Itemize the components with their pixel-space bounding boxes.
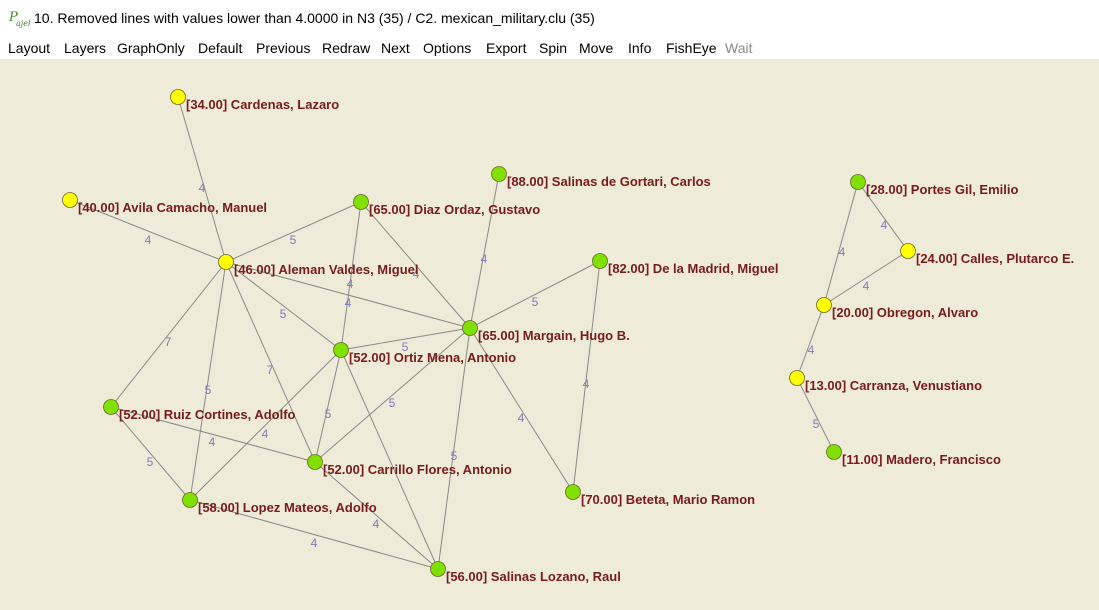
- network-graph[interactable]: 44 55475744454554554454444445[34.00] Card…: [0, 59, 1099, 610]
- node-label-salinas_g: [88.00] Salinas de Gortari, Carlos: [507, 174, 711, 189]
- node-portes[interactable]: [850, 174, 866, 190]
- menu-bar: Layout Layers GraphOnly Default Previous…: [0, 36, 1099, 60]
- edge-value-label: 7: [165, 335, 172, 349]
- node-label-madero: [11.00] Madero, Francisco: [842, 452, 1001, 467]
- node-cardenas[interactable]: [170, 89, 186, 105]
- menu-layers[interactable]: Layers: [64, 40, 106, 56]
- menu-layout[interactable]: Layout: [8, 40, 50, 56]
- menu-spin[interactable]: Spin: [539, 40, 567, 56]
- node-label-margain: [65.00] Margain, Hugo B.: [478, 328, 630, 343]
- node-label-lopez: [58.00] Lopez Mateos, Adolfo: [198, 500, 377, 515]
- menu-redraw[interactable]: Redraw: [322, 40, 370, 56]
- menu-graphonly[interactable]: GraphOnly: [117, 40, 185, 56]
- edge-value-label: 4: [808, 343, 815, 357]
- node-label-carranza: [13.00] Carranza, Venustiano: [805, 378, 982, 393]
- pajek-app-icon: P ajek: [8, 10, 30, 28]
- edge-value-label: 4: [145, 233, 152, 247]
- edge-value-label: 4: [347, 277, 354, 291]
- node-avila[interactable]: [62, 192, 78, 208]
- edge-aleman-lopez: [189, 261, 227, 501]
- menu-wait: Wait: [725, 40, 753, 56]
- edge-value-label: 5: [205, 383, 212, 397]
- node-madero[interactable]: [826, 444, 842, 460]
- node-label-calles: [24.00] Calles, Plutarco E.: [916, 251, 1074, 266]
- node-salinas_l[interactable]: [430, 561, 446, 577]
- edge-value-label: 5: [280, 307, 287, 321]
- node-aleman[interactable]: [218, 254, 234, 270]
- edge-value-label: 4: [518, 411, 525, 425]
- edge-cardenas-aleman: [177, 96, 227, 263]
- edge-value-label: 5: [325, 407, 332, 421]
- node-ruiz[interactable]: [103, 399, 119, 415]
- node-margain[interactable]: [462, 320, 478, 336]
- menu-info[interactable]: Info: [628, 40, 651, 56]
- edge-value-label: 4: [863, 279, 870, 293]
- node-delamadrid[interactable]: [592, 253, 608, 269]
- node-label-ruiz: [52.00] Ruiz Cortines, Adolfo: [119, 407, 296, 422]
- node-label-beteta: [70.00] Beteta, Mario Ramon: [581, 492, 755, 507]
- edge-value-label: 7: [267, 363, 274, 377]
- menu-previous[interactable]: Previous: [256, 40, 310, 56]
- node-label-delamadrid: [82.00] De la Madrid, Miguel: [608, 261, 779, 276]
- node-label-cardenas: [34.00] Cardenas, Lazaro: [186, 97, 339, 112]
- window-title: 10. Removed lines with values lower than…: [34, 10, 595, 26]
- edge-salinas_g-margain: [469, 173, 500, 329]
- node-calles[interactable]: [900, 243, 916, 259]
- node-label-aleman: [46.00] Aleman Valdes, Miguel: [234, 262, 418, 277]
- edge-value-label: 5: [147, 455, 154, 469]
- menu-options[interactable]: Options: [423, 40, 471, 56]
- edge-value-label: 4: [839, 245, 846, 259]
- node-obregon[interactable]: [816, 297, 832, 313]
- edge-carrillo-salinas_l: [314, 461, 439, 570]
- node-label-salinas_l: [56.00] Salinas Lozano, Raul: [446, 569, 621, 584]
- edge-value-label: 4: [345, 296, 352, 310]
- node-label-diaz: [65.00] Diaz Ordaz, Gustavo: [369, 202, 540, 217]
- menu-next[interactable]: Next: [381, 40, 410, 56]
- edge-value-label: 5: [532, 295, 539, 309]
- edge-value-label: 5: [389, 396, 396, 410]
- node-beteta[interactable]: [565, 484, 581, 500]
- edge-aleman-carrillo: [225, 261, 316, 463]
- menu-export[interactable]: Export: [486, 40, 526, 56]
- svg-text:ajek: ajek: [16, 19, 30, 28]
- node-lopez[interactable]: [182, 492, 198, 508]
- node-label-ortiz: [52.00] Ortiz Mena, Antonio: [349, 350, 516, 365]
- node-label-avila: [40.00] Avila Camacho, Manuel: [78, 200, 267, 215]
- edge-value-label: 4: [262, 427, 269, 441]
- edge-ortiz-salinas_l: [340, 349, 439, 570]
- edge-value-label: 4: [481, 252, 488, 266]
- edge-value-label: 4: [311, 536, 318, 550]
- node-label-obregon: [20.00] Obregon, Alvaro: [832, 305, 978, 320]
- node-carranza[interactable]: [789, 370, 805, 386]
- edge-value-label: 4: [199, 181, 206, 195]
- node-label-portes: [28.00] Portes Gil, Emilio: [866, 182, 1018, 197]
- menu-default[interactable]: Default: [198, 40, 242, 56]
- edge-value-label: 5: [813, 417, 820, 431]
- menu-move[interactable]: Move: [579, 40, 613, 56]
- node-diaz[interactable]: [353, 194, 369, 210]
- edge-value-label: 5: [451, 449, 458, 463]
- edge-value-label: 4: [583, 377, 590, 391]
- edge-ortiz-carrillo: [314, 349, 342, 463]
- node-salinas_g[interactable]: [491, 166, 507, 182]
- node-ortiz[interactable]: [333, 342, 349, 358]
- edge-value-label: 5: [290, 233, 297, 247]
- node-label-carrillo: [52.00] Carrillo Flores, Antonio: [323, 462, 512, 477]
- edge-value-label: 4: [881, 218, 888, 232]
- edge-value-label: 4: [373, 517, 380, 531]
- node-carrillo[interactable]: [307, 454, 323, 470]
- menu-fisheye[interactable]: FishEye: [666, 40, 717, 56]
- title-bar: P ajek 10. Removed lines with values low…: [0, 0, 1099, 36]
- edge-value-label: 4: [209, 435, 216, 449]
- edge-obregon-carranza: [796, 304, 825, 379]
- edge-ortiz-lopez: [189, 349, 342, 501]
- graph-canvas[interactable]: 4 4 5 5 4 7 5 7 4 4 4 5 4 5 5 4 5 5 4 4 5 4 4 4 4 4 4 5 [34.00] Card…: [0, 59, 1099, 610]
